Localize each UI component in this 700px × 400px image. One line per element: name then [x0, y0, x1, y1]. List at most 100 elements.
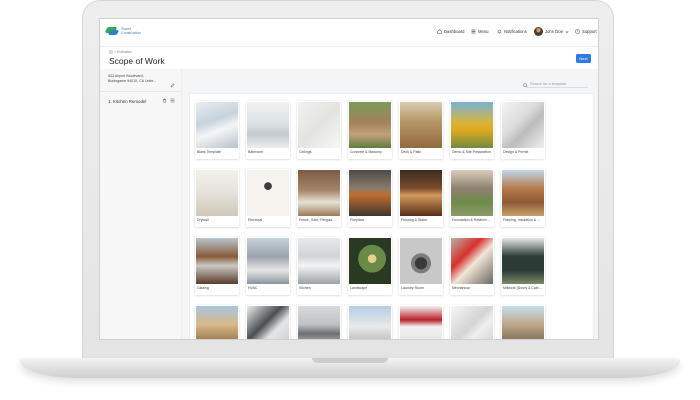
template-thumbnail [349, 102, 391, 148]
template-card-fireplace[interactable]: Fireplace [348, 169, 392, 227]
template-thumbnail [349, 238, 391, 284]
template-card-concrete-masonry[interactable]: Concrete & Masonry [348, 101, 392, 159]
main-content: Blank Template Bathroom Ceilings Concret… [182, 69, 598, 339]
template-label: Design & Permit [503, 150, 529, 154]
template-thumbnail [400, 306, 442, 339]
template-label: Electrical [248, 218, 263, 222]
template-grid: Blank Template Bathroom Ceilings Concret… [195, 101, 545, 339]
pencil-icon [170, 83, 175, 88]
sidebar: 533 Airport Boulevard, Burlingame 94010,… [100, 69, 182, 339]
template-card-design-permit[interactable]: Design & Permit [501, 101, 545, 159]
template-card[interactable] [297, 305, 341, 339]
template-label: Bathroom [248, 150, 264, 154]
template-label: HVAC [248, 286, 258, 290]
template-card-kitchen[interactable]: Kitchen [297, 237, 341, 295]
template-label: Foundation & Retaining ... [452, 218, 493, 222]
app-screen: Sweet Construction Dashboard Menu Notifi… [99, 18, 599, 340]
template-thumbnail [502, 170, 544, 216]
template-thumbnail [400, 170, 442, 216]
menu-icon [471, 29, 476, 34]
template-card-laundry-room[interactable]: Laundry Room [399, 237, 443, 295]
template-card[interactable] [450, 305, 494, 339]
chevron-down-icon [565, 30, 569, 33]
template-label: Flooring & Stairs [401, 218, 427, 222]
template-card-deck-patio[interactable]: Deck & Patio [399, 101, 443, 159]
help-circle-icon [575, 29, 580, 34]
nav-support-label: Support [582, 29, 597, 34]
template-card-framing-insulation[interactable]: Framing, Insulation & Dr... [501, 169, 545, 227]
template-label: Millwork (Doors & Cabin... [503, 286, 544, 290]
template-card-ceilings[interactable]: Ceilings [297, 101, 341, 159]
sidebar-item-kitchen-remodel[interactable]: 1. Kitchen Remodel [108, 99, 146, 104]
template-label: Blank Template [197, 150, 221, 154]
template-card[interactable] [195, 305, 239, 339]
template-card-mechanical[interactable]: Mechanical [450, 237, 494, 295]
template-thumbnail [247, 306, 289, 339]
template-card-flooring-stairs[interactable]: Flooring & Stairs [399, 169, 443, 227]
template-card-foundation-retaining[interactable]: Foundation & Retaining ... [450, 169, 494, 227]
breadcrumb[interactable]: < Estimates [109, 50, 165, 54]
template-thumbnail [298, 238, 340, 284]
laptop-notch [312, 358, 388, 363]
template-label: Glazing [197, 286, 209, 290]
breadcrumb-label: < Estimates [114, 50, 132, 54]
template-thumbnail [196, 238, 238, 284]
template-thumbnail [451, 170, 493, 216]
template-card-landscape[interactable]: Landscape [348, 237, 392, 295]
page-header: < Estimates Scope of Work [109, 50, 165, 66]
template-card[interactable] [501, 305, 545, 339]
laptop-base [20, 358, 680, 378]
template-thumbnail [298, 170, 340, 216]
template-card-fence-gate-pergola[interactable]: Fence, Gate, Pergola & ... [297, 169, 341, 227]
next-button[interactable]: Next [576, 54, 591, 63]
template-thumbnail [196, 102, 238, 148]
template-label: Landscape [350, 286, 368, 290]
template-card-electrical[interactable]: Electrical [246, 169, 290, 227]
template-thumbnail [298, 306, 340, 339]
template-label: Fireplace [350, 218, 365, 222]
template-label: Framing, Insulation & Dr... [503, 218, 544, 222]
template-thumbnail [349, 306, 391, 339]
template-thumbnail [349, 170, 391, 216]
nav-dashboard[interactable]: Dashboard [437, 29, 465, 34]
bell-icon [497, 29, 502, 34]
template-card-demo-site-preparation[interactable]: Demo & Site Preparation [450, 101, 494, 159]
home-icon [437, 29, 442, 34]
search-input[interactable] [528, 82, 588, 88]
template-card-bathroom[interactable]: Bathroom [246, 101, 290, 159]
template-thumbnail [298, 102, 340, 148]
template-label: Demo & Site Preparation [452, 150, 491, 154]
drag-handle-icon[interactable] [170, 98, 175, 103]
nav-support[interactable]: Support [575, 29, 597, 34]
template-card-drywall[interactable]: Drywall [195, 169, 239, 227]
grid-icon [109, 50, 113, 54]
top-navbar: Sweet Construction Dashboard Menu Notifi… [100, 19, 598, 47]
nav-menu[interactable]: Menu [471, 29, 488, 34]
page-title: Scope of Work [109, 56, 165, 66]
sidebar-divider [100, 91, 181, 92]
project-address: 533 Airport Boulevard, Burlingame 94010,… [108, 74, 168, 83]
nav-notifications[interactable]: Notifications [497, 29, 527, 34]
template-card[interactable] [246, 305, 290, 339]
company-logo[interactable]: Sweet Construction [106, 26, 141, 36]
template-thumbnail [247, 102, 289, 148]
trash-icon[interactable] [162, 98, 167, 103]
template-card[interactable] [348, 305, 392, 339]
template-thumbnail [502, 102, 544, 148]
logo-mark-icon [106, 26, 118, 36]
template-thumbnail [451, 102, 493, 148]
template-card-glazing[interactable]: Glazing [195, 237, 239, 295]
user-menu[interactable]: John Doe [534, 27, 571, 36]
template-thumbnail [196, 170, 238, 216]
template-thumbnail [502, 306, 544, 339]
template-thumbnail [196, 306, 238, 339]
template-card-millwork[interactable]: Millwork (Doors & Cabin... [501, 237, 545, 295]
template-card[interactable] [399, 305, 443, 339]
template-panel: Blank Template Bathroom Ceilings Concret… [189, 93, 594, 339]
logo-text: Sweet Construction [121, 27, 141, 35]
nav-dashboard-label: Dashboard [444, 29, 465, 34]
avatar [534, 27, 543, 36]
template-card-hvac[interactable]: HVAC [246, 237, 290, 295]
template-card-blank-template[interactable]: Blank Template [195, 101, 239, 159]
template-thumbnail [247, 238, 289, 284]
